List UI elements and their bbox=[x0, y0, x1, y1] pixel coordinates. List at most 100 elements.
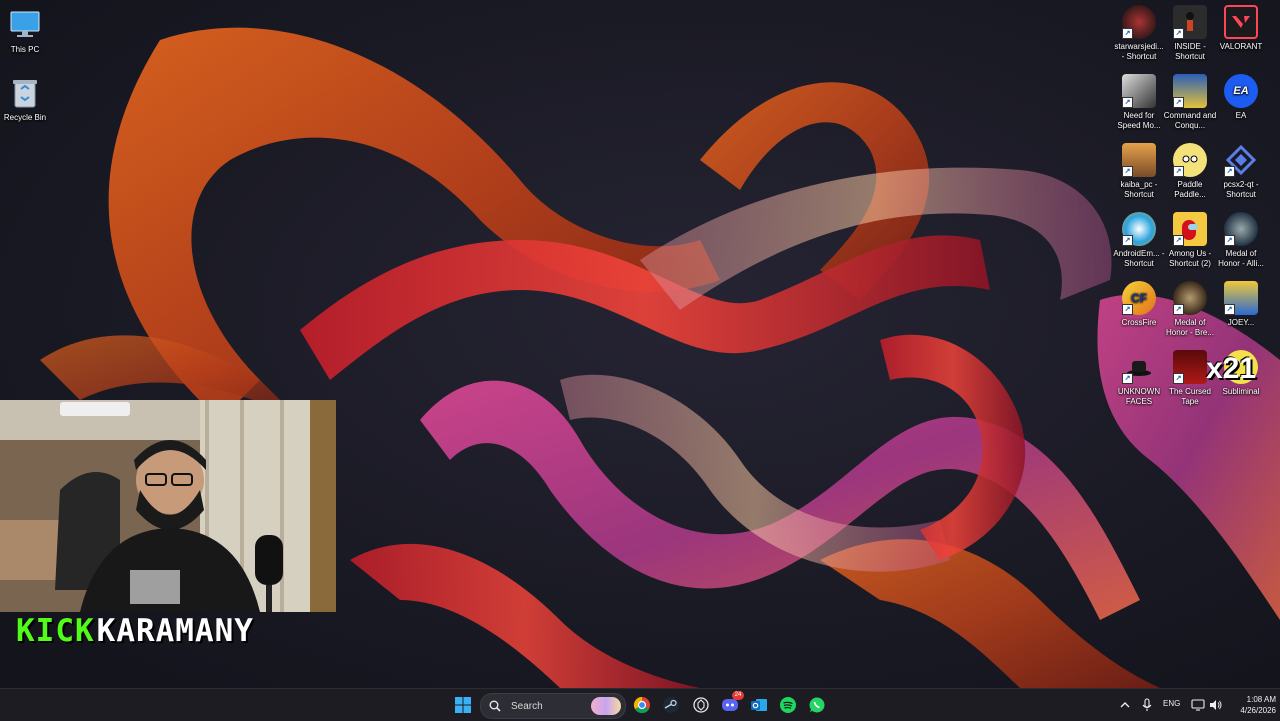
kaiba-icon: ↗ bbox=[1122, 143, 1156, 177]
recycle-bin-icon bbox=[8, 76, 42, 110]
cursed-tape-icon: ↗ bbox=[1173, 350, 1207, 384]
windows-start-icon bbox=[455, 697, 471, 713]
shortcut-arrow-icon: ↗ bbox=[1122, 304, 1133, 315]
medal-of-honor-breakthrough-icon: ↗ bbox=[1173, 281, 1207, 315]
desktop-icon-joey[interactable]: ↗ JOEY... bbox=[1214, 281, 1268, 328]
desktop-icon-ea[interactable]: EA EA bbox=[1214, 74, 1268, 121]
search-icon bbox=[489, 700, 501, 712]
desktop-icon-label: pcsx2-qt - Shortcut bbox=[1223, 180, 1259, 199]
android-emulator-icon: ↗ bbox=[1122, 212, 1156, 246]
desktop-icon-unknown-faces[interactable]: ↗ UNKNOWN FACES bbox=[1112, 350, 1166, 407]
computer-monitor-icon bbox=[8, 8, 42, 42]
desktop-icon-label: CrossFire bbox=[1121, 318, 1157, 327]
taskbar-app-steam[interactable] bbox=[660, 694, 682, 716]
taskbar-app-discord[interactable]: 24 bbox=[719, 691, 744, 716]
chrome-icon bbox=[633, 696, 650, 714]
start-button[interactable] bbox=[452, 694, 474, 716]
spotify-icon bbox=[780, 697, 796, 713]
search-input[interactable] bbox=[511, 698, 581, 714]
notification-badge: 24 bbox=[732, 691, 744, 700]
command-and-conquer-icon: ↗ bbox=[1173, 74, 1207, 108]
among-us-icon: ↗ bbox=[1173, 212, 1207, 246]
clock-time: 1:08 AM bbox=[1246, 695, 1276, 704]
shortcut-arrow-icon: ↗ bbox=[1224, 166, 1235, 177]
speaker-icon bbox=[1210, 700, 1222, 710]
shortcut-arrow-icon: ↗ bbox=[1173, 166, 1184, 177]
show-hidden-icons-button[interactable] bbox=[1116, 694, 1134, 716]
microphone-button[interactable] bbox=[1138, 694, 1156, 716]
taskbar-app-chrome[interactable] bbox=[631, 694, 653, 716]
desktop-icon-pcsx2[interactable]: ↗ pcsx2-qt - Shortcut bbox=[1214, 143, 1268, 200]
desktop-icon-medal-of-honor-allied[interactable]: ↗ Medal of Honor - Alli... bbox=[1214, 212, 1268, 269]
shortcut-arrow-icon: ↗ bbox=[1122, 166, 1133, 177]
desktop-icon-label: INSIDE - Shortcut bbox=[1174, 42, 1206, 61]
steam-icon bbox=[663, 697, 679, 713]
chatgpt-icon bbox=[693, 697, 709, 713]
desktop-icon-starwars-jedi[interactable]: ↗ starwarsjedi... - Shortcut bbox=[1112, 5, 1166, 62]
inside-game-icon: ↗ bbox=[1173, 5, 1207, 39]
desktop-icon-command-and-conquer[interactable]: ↗ Command and Conqu... bbox=[1163, 74, 1217, 131]
network-monitor-icon bbox=[1191, 699, 1205, 711]
shortcut-arrow-icon: ↗ bbox=[1122, 97, 1133, 108]
desktop-icon-label: VALORANT bbox=[1219, 42, 1263, 51]
chevron-up-icon bbox=[1120, 702, 1130, 708]
desktop-icon-label: Medal of Honor - Alli... bbox=[1218, 249, 1264, 268]
shortcut-arrow-icon: ↗ bbox=[1173, 97, 1184, 108]
shortcut-arrow-icon: ↗ bbox=[1173, 28, 1184, 39]
outlook-icon bbox=[751, 699, 767, 711]
desktop-icon-crossfire[interactable]: CF ↗ CrossFire bbox=[1112, 281, 1166, 328]
taskbar-app-outlook[interactable] bbox=[748, 694, 770, 716]
desktop-icon-label: Paddle Paddle... bbox=[1174, 180, 1206, 199]
desktop-icon-label: JOEY... bbox=[1227, 318, 1255, 327]
unknown-faces-icon: ↗ bbox=[1122, 350, 1156, 384]
taskbar-app-spotify[interactable] bbox=[777, 694, 799, 716]
streamer-name: KARAMANY bbox=[96, 613, 254, 649]
search-highlight-icon bbox=[591, 697, 621, 715]
shortcut-arrow-icon: ↗ bbox=[1122, 235, 1133, 246]
desktop-icon-label: The Cursed Tape bbox=[1169, 387, 1211, 406]
crossfire-icon: CF ↗ bbox=[1122, 281, 1156, 315]
desktop-icon-medal-of-honor-breakthrough[interactable]: ↗ Medal of Honor - Bre... bbox=[1163, 281, 1217, 338]
shortcut-arrow-icon: ↗ bbox=[1122, 28, 1133, 39]
desktop-icon-label: Among Us - Shortcut (2) bbox=[1168, 249, 1212, 268]
shortcut-arrow-icon: ↗ bbox=[1173, 235, 1184, 246]
star-wars-jedi-icon: ↗ bbox=[1122, 5, 1156, 39]
desktop-icon-label: Need for Speed Mo... bbox=[1117, 111, 1161, 130]
clock-date: 4/26/2026 bbox=[1240, 706, 1276, 715]
desktop-icon-this-pc[interactable]: This PC bbox=[0, 8, 52, 55]
taskbar-search[interactable] bbox=[480, 693, 626, 719]
desktop-icon-inside[interactable]: ↗ INSIDE - Shortcut bbox=[1163, 5, 1217, 62]
valorant-icon bbox=[1224, 5, 1258, 39]
volume-button[interactable] bbox=[1207, 694, 1225, 716]
ea-icon: EA bbox=[1224, 74, 1258, 108]
paddle-paddle-icon: ↗ bbox=[1173, 143, 1207, 177]
desktop-icon-label: Medal of Honor - Bre... bbox=[1165, 318, 1214, 337]
taskbar-app-chatgpt[interactable] bbox=[690, 694, 712, 716]
pcsx2-icon: ↗ bbox=[1224, 143, 1258, 177]
taskbar-app-whatsapp[interactable] bbox=[806, 694, 828, 716]
desktop-icon-kaiba[interactable]: ↗ kaiba_pc - Shortcut bbox=[1112, 143, 1166, 200]
clock[interactable]: 1:08 AM 4/26/2026 bbox=[1230, 694, 1276, 716]
desktop-icon-among-us[interactable]: ↗ Among Us - Shortcut (2) bbox=[1163, 212, 1217, 269]
shortcut-arrow-icon: ↗ bbox=[1122, 373, 1133, 384]
language-indicator[interactable]: ENG bbox=[1163, 699, 1180, 708]
desktop-icon-label: starwarsjedi... - Shortcut bbox=[1114, 42, 1164, 61]
desktop-icon-label: AndroidEm... - Shortcut bbox=[1113, 249, 1165, 268]
desktop-icon-label: kaiba_pc - Shortcut bbox=[1120, 180, 1158, 199]
desktop-icon-paddle-paddle[interactable]: ↗ Paddle Paddle... bbox=[1163, 143, 1217, 200]
medal-of-honor-allied-icon: ↗ bbox=[1224, 212, 1258, 246]
desktop-icon-valorant[interactable]: VALORANT bbox=[1214, 5, 1268, 52]
shortcut-arrow-icon: ↗ bbox=[1173, 304, 1184, 315]
desktop-icon-need-for-speed[interactable]: ↗ Need for Speed Mo... bbox=[1112, 74, 1166, 131]
network-button[interactable] bbox=[1189, 694, 1207, 716]
stream-branding: KICKKARAMANY bbox=[16, 614, 254, 648]
desktop-icon-recycle-bin[interactable]: Recycle Bin bbox=[0, 76, 52, 123]
webcam-scene bbox=[0, 400, 336, 612]
desktop-icon-android-emulator[interactable]: ↗ AndroidEm... - Shortcut bbox=[1112, 212, 1166, 269]
desktop-icon-label: Subliminal bbox=[1222, 387, 1260, 396]
overlay-multiplier-text: x21 bbox=[1206, 352, 1257, 385]
webcam-overlay bbox=[0, 400, 336, 612]
desktop-icon-label: Recycle Bin bbox=[3, 113, 47, 122]
desktop-icon-label: This PC bbox=[10, 45, 40, 54]
whatsapp-icon bbox=[809, 697, 825, 713]
